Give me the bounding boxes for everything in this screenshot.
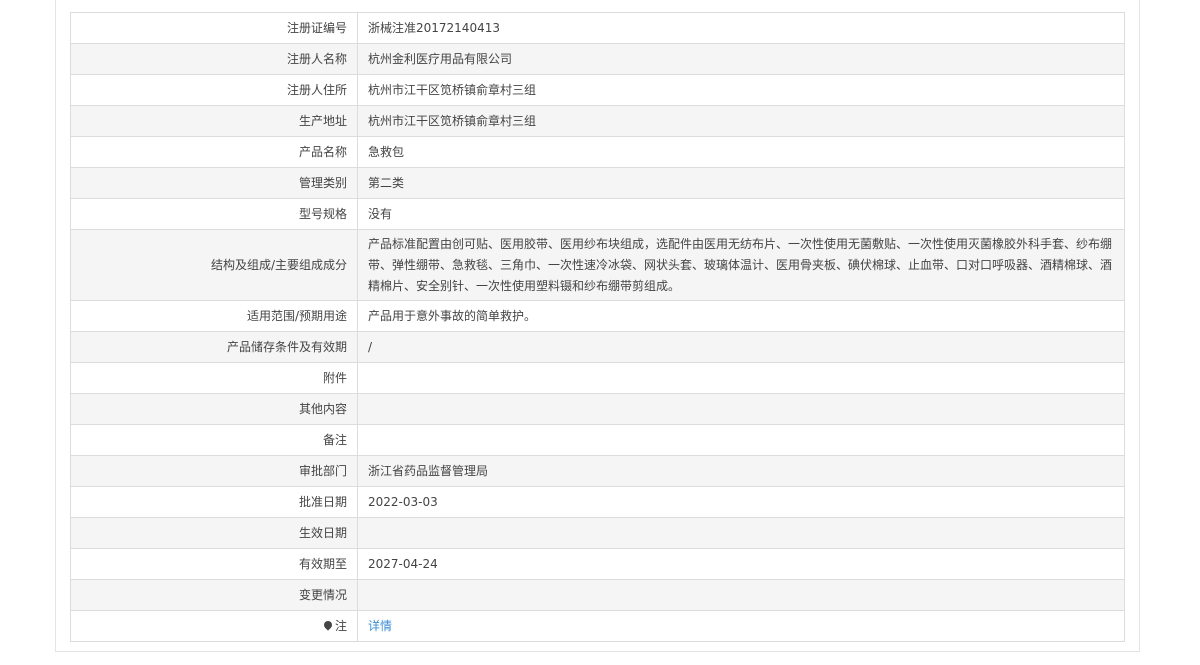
field-label: 适用范围/预期用途 bbox=[70, 300, 358, 332]
field-value bbox=[357, 393, 1125, 425]
field-label: 注册人住所 bbox=[70, 74, 358, 106]
field-value: 浙械注准20172140413 bbox=[357, 12, 1125, 44]
field-label: 其他内容 bbox=[70, 393, 358, 425]
note-label: 注 bbox=[70, 610, 358, 642]
field-value: 没有 bbox=[357, 198, 1125, 230]
table-row: 注册人住所 杭州市江干区笕桥镇俞章村三组 bbox=[70, 74, 1125, 106]
field-value: 浙江省药品监督管理局 bbox=[357, 455, 1125, 487]
field-value bbox=[357, 362, 1125, 394]
table-row: 生效日期 bbox=[70, 517, 1125, 549]
field-label: 产品储存条件及有效期 bbox=[70, 331, 358, 363]
field-value: 产品标准配置由创可贴、医用胶带、医用纱布块组成，选配件由医用无纺布片、一次性使用… bbox=[357, 229, 1125, 301]
table-row: 备注 bbox=[70, 424, 1125, 456]
field-label: 管理类别 bbox=[70, 167, 358, 199]
note-row: 注 详情 bbox=[70, 610, 1125, 642]
table-row: 管理类别 第二类 bbox=[70, 167, 1125, 199]
field-value bbox=[357, 517, 1125, 549]
field-label: 附件 bbox=[70, 362, 358, 394]
field-label: 产品名称 bbox=[70, 136, 358, 168]
field-value bbox=[357, 424, 1125, 456]
field-label: 变更情况 bbox=[70, 579, 358, 611]
table-row: 型号规格 没有 bbox=[70, 198, 1125, 230]
field-value: 2027-04-24 bbox=[357, 548, 1125, 580]
note-label-text: 注 bbox=[334, 618, 347, 633]
map-pin-icon bbox=[322, 618, 334, 631]
details-link[interactable]: 详情 bbox=[368, 619, 392, 633]
field-value: 第二类 bbox=[357, 167, 1125, 199]
field-value: 杭州市江干区笕桥镇俞章村三组 bbox=[357, 74, 1125, 106]
table-row: 附件 bbox=[70, 362, 1125, 394]
table-row: 产品储存条件及有效期 / bbox=[70, 331, 1125, 363]
field-value: 2022-03-03 bbox=[357, 486, 1125, 518]
table-row: 生产地址 杭州市江干区笕桥镇俞章村三组 bbox=[70, 105, 1125, 137]
field-value: 急救包 bbox=[357, 136, 1125, 168]
table-row: 其他内容 bbox=[70, 393, 1125, 425]
field-value: 杭州市江干区笕桥镇俞章村三组 bbox=[357, 105, 1125, 137]
field-label: 生产地址 bbox=[70, 105, 358, 137]
field-label: 批准日期 bbox=[70, 486, 358, 518]
field-label: 结构及组成/主要组成成分 bbox=[70, 229, 358, 301]
table-row: 结构及组成/主要组成成分 产品标准配置由创可贴、医用胶带、医用纱布块组成，选配件由… bbox=[70, 229, 1125, 301]
field-value: 杭州金利医疗用品有限公司 bbox=[357, 43, 1125, 75]
table-row: 批准日期 2022-03-03 bbox=[70, 486, 1125, 518]
table-row: 审批部门 浙江省药品监督管理局 bbox=[70, 455, 1125, 487]
field-label: 生效日期 bbox=[70, 517, 358, 549]
field-label: 注册证编号 bbox=[70, 12, 358, 44]
registration-detail-table: 注册证编号 浙械注准20172140413 注册人名称 杭州金利医疗用品有限公司 注册人… bbox=[70, 12, 1125, 642]
table-row: 注册人名称 杭州金利医疗用品有限公司 bbox=[70, 43, 1125, 75]
field-label: 审批部门 bbox=[70, 455, 358, 487]
field-value: / bbox=[357, 331, 1125, 363]
field-label: 型号规格 bbox=[70, 198, 358, 230]
field-label: 注册人名称 bbox=[70, 43, 358, 75]
field-value: 产品用于意外事故的简单救护。 bbox=[357, 300, 1125, 332]
table-row: 适用范围/预期用途 产品用于意外事故的简单救护。 bbox=[70, 300, 1125, 332]
table-row: 变更情况 bbox=[70, 579, 1125, 611]
field-value bbox=[357, 579, 1125, 611]
field-label: 有效期至 bbox=[70, 548, 358, 580]
table-row: 注册证编号 浙械注准20172140413 bbox=[70, 12, 1125, 44]
table-row: 有效期至 2027-04-24 bbox=[70, 548, 1125, 580]
field-label: 备注 bbox=[70, 424, 358, 456]
table-row: 产品名称 急救包 bbox=[70, 136, 1125, 168]
